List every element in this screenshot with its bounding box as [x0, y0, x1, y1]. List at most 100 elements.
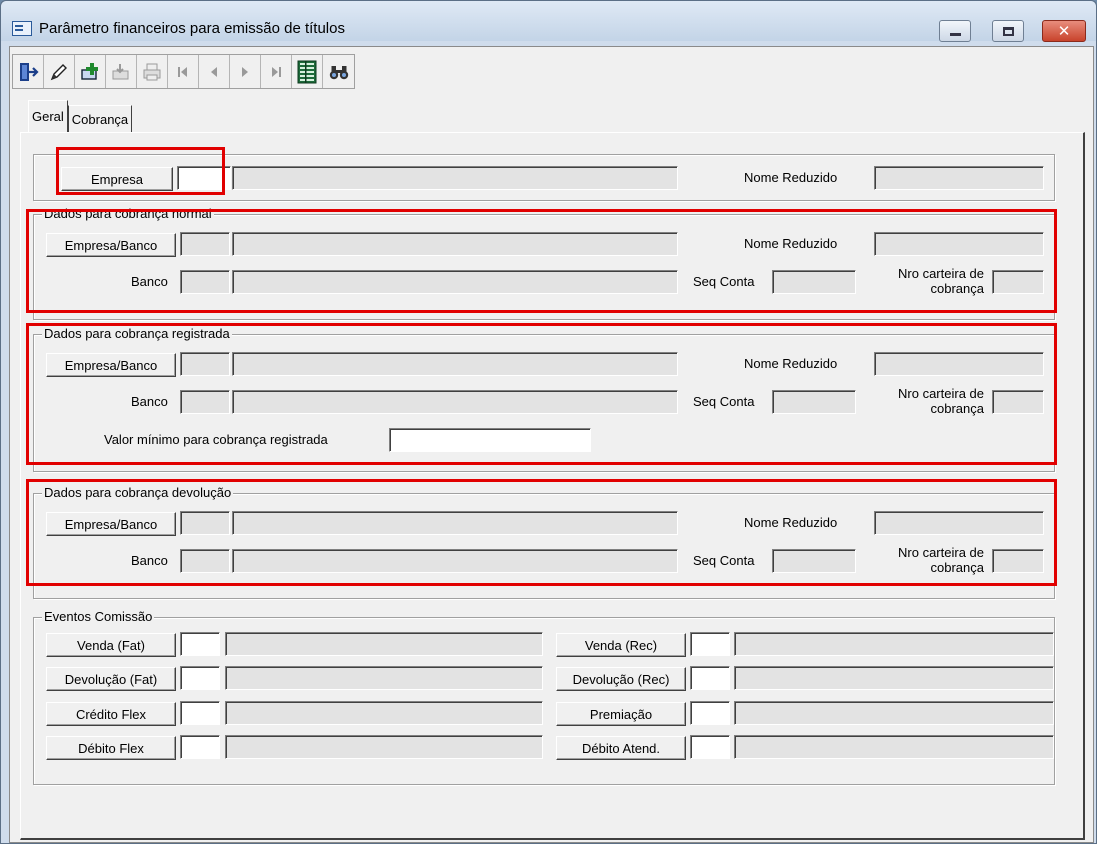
registrada-empresa-banco-code-field [180, 352, 230, 376]
devolucao-banco-name-field [232, 549, 678, 573]
credito-flex-button[interactable]: Crédito Flex [46, 702, 176, 726]
devolucao-fat-name-field [225, 666, 543, 690]
toolbar [12, 54, 355, 89]
debito-atend-code-field[interactable] [690, 735, 730, 759]
devolucao-nome-reduzido-label: Nome Reduzido [744, 515, 838, 530]
registrada-nro-carteira-label: Nro carteira de cobrança [898, 386, 984, 416]
normal-nro-carteira-field [992, 270, 1044, 294]
devolucao-fat-button[interactable]: Devolução (Fat) [46, 667, 176, 691]
title-bar[interactable]: Parâmetro financeiros para emissão de tí… [1, 1, 1096, 42]
normal-nro-carteira-label: Nro carteira de cobrança [898, 266, 984, 296]
credito-flex-name-field [225, 701, 543, 725]
venda-rec-code-field[interactable] [690, 632, 730, 656]
normal-seq-conta-field [772, 270, 856, 294]
cobranca-registrada-title: Dados para cobrança registrada [42, 326, 232, 342]
print-button[interactable] [137, 55, 168, 88]
registrada-banco-label: Banco [131, 394, 168, 409]
normal-banco-code-field [180, 270, 230, 294]
minimize-button[interactable] [939, 20, 971, 42]
cobranca-devolucao-title: Dados para cobrança devolução [42, 485, 234, 501]
add-record-button[interactable] [75, 55, 106, 88]
premiacao-button[interactable]: Premiação [556, 702, 686, 726]
devolucao-nro-carteira-label: Nro carteira de cobrança [898, 545, 984, 575]
normal-empresa-banco-name-field [232, 232, 678, 256]
tab-geral[interactable]: Geral [28, 100, 68, 132]
normal-empresa-banco-button[interactable]: Empresa/Banco [46, 233, 176, 257]
registrada-empresa-banco-button[interactable]: Empresa/Banco [46, 353, 176, 377]
devolucao-banco-code-field [180, 549, 230, 573]
normal-banco-label: Banco [131, 274, 168, 289]
client-area: Geral Cobrança Empresa Nome Reduzido Dad… [9, 46, 1094, 843]
devolucao-empresa-banco-code-field [180, 511, 230, 535]
empresa-group: Empresa Nome Reduzido [33, 154, 1055, 201]
devolucao-banco-label: Banco [131, 553, 168, 568]
exit-button[interactable] [13, 55, 44, 88]
empresa-name-field [232, 166, 678, 190]
registrada-seq-conta-field [772, 390, 856, 414]
normal-empresa-banco-code-field [180, 232, 230, 256]
normal-banco-name-field [232, 270, 678, 294]
debito-flex-button[interactable]: Débito Flex [46, 736, 176, 760]
premiacao-code-field[interactable] [690, 701, 730, 725]
debito-atend-button[interactable]: Débito Atend. [556, 736, 686, 760]
add-record-icon [81, 62, 98, 80]
empresa-button[interactable]: Empresa [61, 167, 173, 191]
previous-record-button[interactable] [199, 55, 230, 88]
registrada-banco-code-field [180, 390, 230, 414]
venda-fat-name-field [225, 632, 543, 656]
next-record-button[interactable] [230, 55, 261, 88]
registrada-seq-conta-label: Seq Conta [693, 394, 755, 409]
devolucao-empresa-banco-name-field [232, 511, 678, 535]
registrada-nro-carteira-field [992, 390, 1044, 414]
devolucao-fat-code-field[interactable] [180, 666, 220, 690]
close-icon: ✕ [1057, 22, 1071, 40]
save-record-button[interactable] [106, 55, 137, 88]
venda-rec-button[interactable]: Venda (Rec) [556, 633, 686, 657]
valor-minimo-field[interactable] [389, 428, 591, 452]
save-record-icon [112, 63, 129, 79]
tab-panel-geral: Empresa Nome Reduzido Dados para cobranç… [20, 132, 1085, 840]
devolucao-seq-conta-label: Seq Conta [693, 553, 755, 568]
debito-flex-code-field[interactable] [180, 735, 220, 759]
search-button[interactable] [323, 55, 354, 88]
devolucao-seq-conta-field [772, 549, 856, 573]
exit-door-icon [20, 62, 39, 81]
cobranca-devolucao-group: Dados para cobrança devolução Empresa/Ba… [33, 485, 1055, 599]
window-title: Parâmetro financeiros para emissão de tí… [39, 20, 345, 37]
empresa-nome-reduzido-field [874, 166, 1044, 190]
maximize-button[interactable] [992, 20, 1024, 42]
grid-list-button[interactable] [292, 55, 323, 88]
venda-fat-code-field[interactable] [180, 632, 220, 656]
pencil-edit-icon [50, 63, 67, 80]
maximize-icon [1002, 26, 1014, 36]
cobranca-normal-group: Dados para cobrança normal Empresa/Banco… [33, 206, 1055, 320]
print-icon [143, 63, 161, 80]
normal-nome-reduzido-field [874, 232, 1044, 256]
devolucao-nro-carteira-field [992, 549, 1044, 573]
eventos-comissao-group: Eventos Comissão Venda (Fat) Venda (Rec)… [33, 609, 1055, 785]
devolucao-empresa-banco-button[interactable]: Empresa/Banco [46, 512, 176, 536]
registrada-nome-reduzido-label: Nome Reduzido [744, 356, 838, 371]
registrada-nome-reduzido-field [874, 352, 1044, 376]
binoculars-search-icon [329, 65, 348, 79]
tab-cobranca[interactable]: Cobrança [67, 105, 133, 132]
last-record-button[interactable] [261, 55, 292, 88]
tab-strip: Geral Cobrança [28, 100, 133, 132]
venda-fat-button[interactable]: Venda (Fat) [46, 633, 176, 657]
premiacao-name-field [734, 701, 1054, 725]
normal-nome-reduzido-label: Nome Reduzido [744, 236, 838, 251]
normal-seq-conta-label: Seq Conta [693, 274, 755, 289]
devolucao-rec-button[interactable]: Devolução (Rec) [556, 667, 686, 691]
devolucao-nome-reduzido-field [874, 511, 1044, 535]
empresa-nome-reduzido-label: Nome Reduzido [744, 170, 838, 185]
devolucao-rec-code-field[interactable] [690, 666, 730, 690]
close-button[interactable]: ✕ [1042, 20, 1086, 42]
app-window-icon [12, 21, 32, 36]
app-window: Parâmetro financeiros para emissão de tí… [0, 0, 1097, 844]
empresa-code-field[interactable] [177, 166, 231, 190]
credito-flex-code-field[interactable] [180, 701, 220, 725]
edit-button[interactable] [44, 55, 75, 88]
first-record-icon [178, 66, 187, 77]
last-record-icon [272, 66, 281, 77]
first-record-button[interactable] [168, 55, 199, 88]
